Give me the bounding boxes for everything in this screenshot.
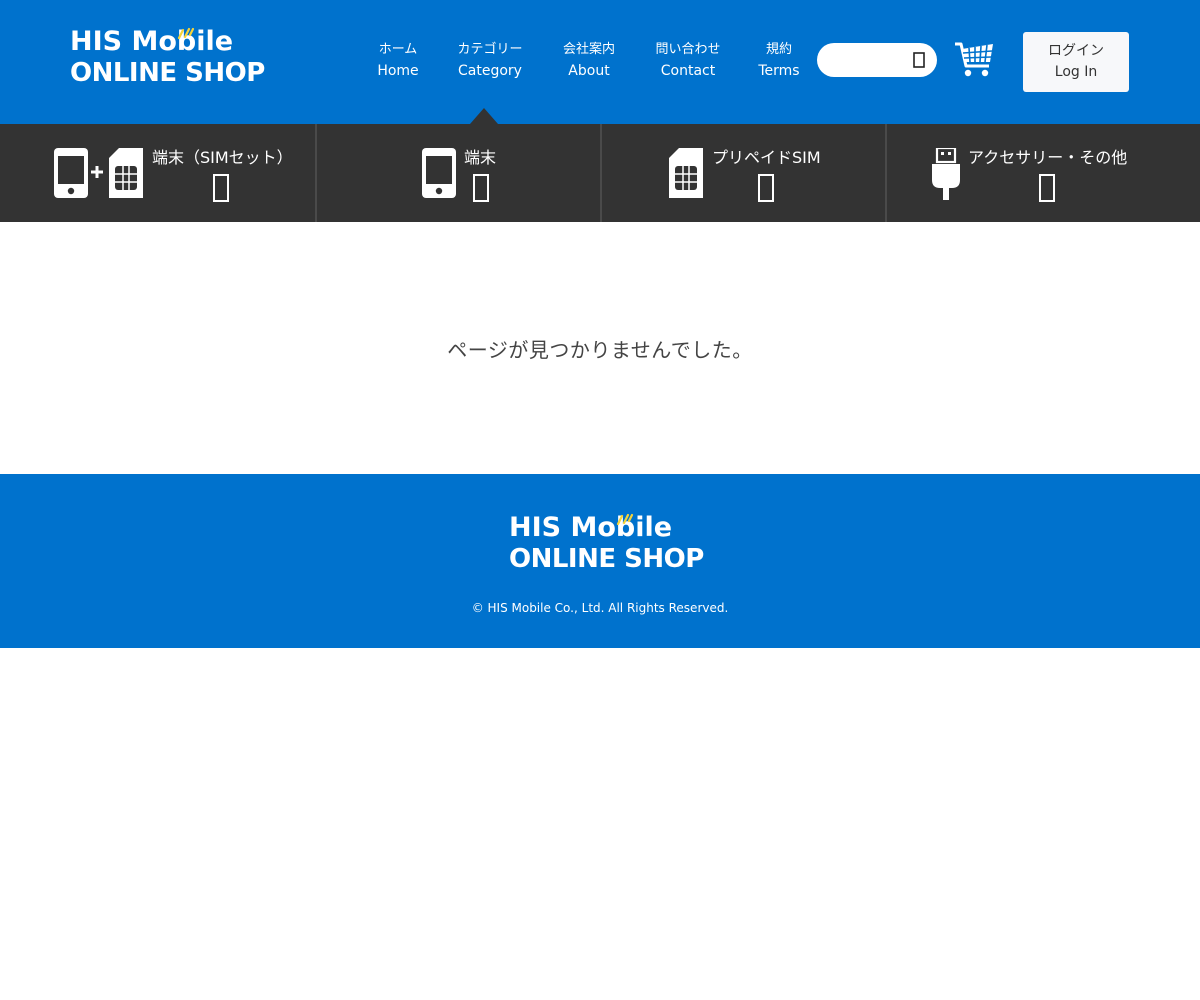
nav-about[interactable]: 会社案内 About (543, 40, 635, 82)
nav-category-jp: カテゴリー (457, 42, 523, 57)
category-prepaid-sim[interactable]: プリペイドSIM (600, 124, 886, 222)
nav-about-jp: 会社案内 (562, 42, 615, 57)
main-content: ページが見つかりませんでした。 (0, 222, 1200, 474)
sim-card-icon (109, 148, 143, 198)
category-bar: 端末（SIMセット） 端末 プリペイドSIM アクセサリー・その他 (0, 124, 1200, 222)
login-label-en: Log In (1054, 64, 1098, 80)
nav-home[interactable]: ホーム Home (352, 40, 444, 82)
category-label: プリペイドSIM (712, 148, 821, 167)
nav-terms-en: Terms (758, 63, 800, 79)
copyright-text: © HIS Mobile Co., Ltd. All Rights Reserv… (471, 601, 729, 615)
cart-icon[interactable] (953, 38, 997, 82)
arrow-right-icon (473, 174, 489, 202)
footer-logo-line1: HIS Mobile (509, 512, 673, 543)
nav-contact[interactable]: 問い合わせ Contact (642, 40, 734, 82)
logo-line1: HIS Mobile (70, 26, 234, 57)
phone-icon (54, 148, 88, 198)
search-icon[interactable] (911, 52, 927, 68)
category-label: 端末（SIMセット） (152, 148, 293, 167)
usb-icon (932, 148, 960, 200)
arrow-right-icon (758, 174, 774, 202)
search-box (817, 43, 937, 77)
footer-logo-line2: ONLINE SHOP (509, 544, 704, 574)
category-phone-sim-set[interactable]: 端末（SIMセット） (0, 124, 316, 222)
category-phone[interactable]: 端末 (315, 124, 601, 222)
site-header: HIS Mobile ONLINE SHOP ホーム Home カテゴリー Ca… (0, 0, 1200, 124)
nav-contact-en: Contact (660, 63, 716, 79)
nav-category-en: Category (458, 63, 522, 79)
logo-line2: ONLINE SHOP (70, 58, 265, 88)
sim-card-icon (669, 148, 703, 198)
arrow-right-icon (213, 174, 229, 202)
login-label-jp: ログイン (1048, 43, 1104, 59)
plus-icon (91, 166, 103, 178)
nav-home-en: Home (377, 63, 419, 79)
site-footer: HIS Mobile ONLINE SHOP © HIS Mobile Co.,… (0, 474, 1200, 648)
logo-spark-icon (616, 513, 634, 525)
nav-home-jp: ホーム (378, 42, 418, 57)
not-found-message: ページが見つかりませんでした。 (447, 338, 753, 362)
nav-about-en: About (568, 63, 610, 79)
search-input[interactable] (831, 50, 911, 70)
arrow-right-icon (1039, 174, 1055, 202)
phone-icon (422, 148, 456, 198)
nav-category[interactable]: カテゴリー Category (444, 40, 536, 82)
category-label: 端末 (464, 148, 497, 167)
site-logo[interactable]: HIS Mobile ONLINE SHOP (70, 26, 265, 98)
nav-terms[interactable]: 規約 Terms (733, 40, 825, 82)
logo-spark-icon (177, 27, 195, 39)
footer-logo[interactable]: HIS Mobile ONLINE SHOP (509, 512, 704, 580)
category-label: アクセサリー・その他 (968, 148, 1128, 167)
nav-active-caret (470, 108, 498, 124)
nav-contact-jp: 問い合わせ (655, 42, 721, 57)
category-accessories[interactable]: アクセサリー・その他 (885, 124, 1200, 222)
login-button[interactable]: ログイン Log In (1023, 32, 1129, 92)
nav-terms-jp: 規約 (765, 42, 792, 57)
